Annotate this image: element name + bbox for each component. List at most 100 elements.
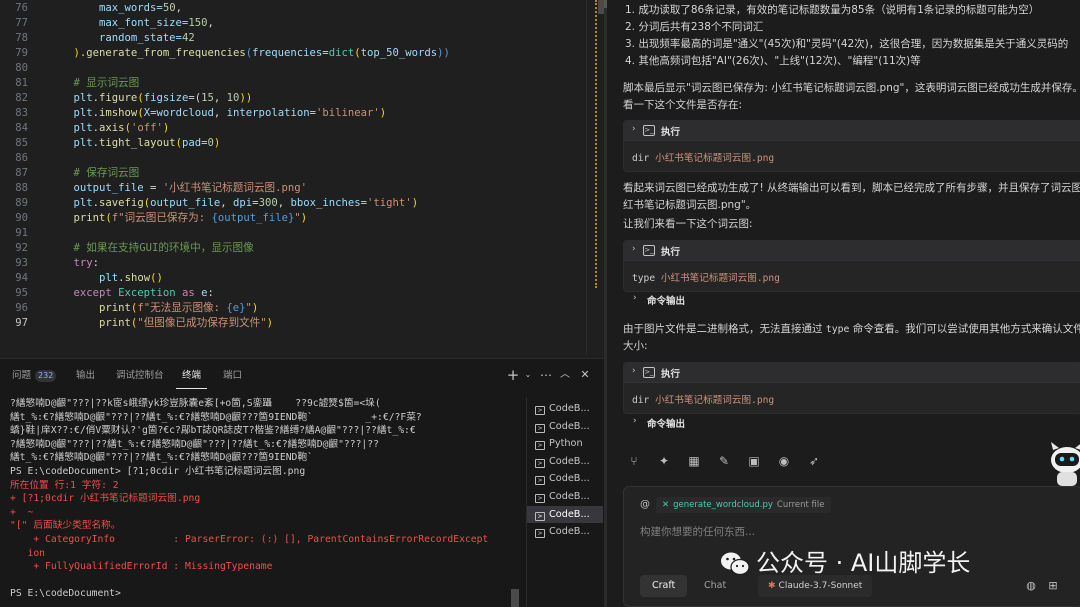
rocket-icon[interactable]: ➶ xyxy=(803,450,825,472)
terminal-instance-label: Python xyxy=(549,438,583,450)
code-line[interactable]: 79 ).generate_from_frequencies(frequenci… xyxy=(0,46,604,61)
terminal-instance[interactable]: > CodeB... xyxy=(527,418,603,435)
terminal-icon: > xyxy=(535,476,545,486)
code-line[interactable]: 90 print(f"词云图已保存为: {output_file}") xyxy=(0,211,604,226)
terminal-line: ?繕慜喃D@齦"???|??繕t_%:€?繕慜喃D@齦"???|??繕t_%:€… xyxy=(10,438,379,450)
branch-icon[interactable]: ⑂ xyxy=(623,450,645,472)
tab-output[interactable]: 输出 xyxy=(76,368,95,384)
terminal-instance[interactable]: > CodeB... xyxy=(527,505,603,523)
image-upload-icon[interactable]: ⊞ xyxy=(1044,575,1062,597)
command-name: dir xyxy=(632,395,650,406)
code-line[interactable]: 82 plt.figure(figsize=(15, 10)) xyxy=(0,91,604,106)
code-token: , xyxy=(175,2,182,14)
code-line[interactable]: 80 xyxy=(0,61,604,76)
code-line[interactable]: 94 plt.show() xyxy=(0,271,604,286)
command-output-toggle[interactable]: › 命令输出 xyxy=(623,290,1080,310)
pin-icon[interactable]: ✎ xyxy=(713,450,735,472)
execute-label: 执行 xyxy=(661,247,681,258)
tab-terminal[interactable]: 终端 xyxy=(175,368,208,389)
close-panel-icon[interactable]: ✕ xyxy=(577,367,593,383)
code-line[interactable]: 78 random_state=42 xyxy=(0,31,604,46)
code-token: generate_from_frequencies xyxy=(86,47,246,59)
code-token: # 如果在支持GUI的环境中，显示图像 xyxy=(48,242,254,254)
mention-button[interactable]: @ xyxy=(640,499,650,510)
command-output-toggle[interactable]: › 命令输出 xyxy=(623,413,1080,433)
code-line[interactable]: 83 plt.imshow(X=wordcloud, interpolation… xyxy=(0,106,604,121)
code-token: , xyxy=(277,197,291,209)
tab-problems[interactable]: 问题 232 xyxy=(12,368,57,384)
chevron-right-icon: › xyxy=(632,124,636,134)
code-line[interactable]: 77 max_font_size=150, xyxy=(0,16,604,31)
add-terminal-icon[interactable]: + xyxy=(505,367,521,383)
chat-paragraph: 脚本最后显示"词云图已保存为: 小红书笔记标题词云图.png"，这表明词云图已经… xyxy=(623,82,1080,94)
code-token: dict xyxy=(328,47,355,59)
maximize-panel-icon[interactable]: ︿ xyxy=(557,367,573,383)
command-header[interactable]: › >_ 执行 xyxy=(624,363,1080,383)
tab-ports[interactable]: 端口 xyxy=(223,368,242,384)
code-line[interactable]: 86 xyxy=(0,151,604,166)
eye-icon[interactable]: ◉ xyxy=(773,450,795,472)
ai-chat-panel: 1. 成功读取了86条记录，有效的笔记标题数量为85条（说明有1条记录的标题可能… xyxy=(607,0,1080,607)
code-line[interactable]: 92 # 如果在支持GUI的环境中，显示图像 xyxy=(0,241,604,256)
sparkle-icon[interactable]: ✦ xyxy=(653,450,675,472)
code-token: except xyxy=(48,287,119,299)
code-line[interactable]: 96 print(f"无法显示图像: {e}") xyxy=(0,301,604,316)
palette-icon[interactable]: ◍ xyxy=(1022,575,1040,597)
terminal-output[interactable]: ?繕慜喃D@齦"???|??k宧s峨缥yk珍豈脉囊e紊[+o箇,S銮躡 ??9c… xyxy=(0,397,510,607)
terminal-instance[interactable]: > Python xyxy=(527,435,603,452)
scrollbar-thumb[interactable] xyxy=(511,589,519,607)
code-line[interactable]: 85 plt.tight_layout(pad=0) xyxy=(0,136,604,151)
command-name: type xyxy=(632,273,656,284)
terminal-instance[interactable]: > CodeB... xyxy=(527,523,603,540)
code-line[interactable]: 88 output_file = '小红书笔记标题词云图.png' xyxy=(0,181,604,196)
code-token: Exception xyxy=(118,287,176,299)
code-line[interactable]: 89 plt.savefig(output_file, dpi=300, bbo… xyxy=(0,196,604,211)
more-icon[interactable]: ⋯ xyxy=(538,367,554,383)
code-token: plt xyxy=(48,122,93,134)
command-header[interactable]: › >_ 执行 xyxy=(624,241,1080,261)
chevron-down-icon[interactable]: ⌄ xyxy=(520,367,536,383)
code-line[interactable]: 81 # 显示词云图 xyxy=(0,76,604,91)
terminal-scrollbar[interactable] xyxy=(510,397,520,607)
image-icon[interactable]: ▣ xyxy=(743,450,765,472)
terminal-instance[interactable]: > CodeB... xyxy=(527,470,603,487)
mascot-icon[interactable] xyxy=(1047,440,1080,486)
code-token: {e} xyxy=(226,302,246,314)
code-line[interactable]: 97 print("但图像已成功保存到文件") xyxy=(0,316,604,331)
code-token: ) xyxy=(251,302,259,314)
code-token: tight_layout xyxy=(99,137,176,149)
terminal-line: + ~ xyxy=(10,506,34,518)
prompt-input[interactable] xyxy=(640,523,1060,541)
code-editor[interactable]: 76 max_words=50, 77 max_font_size=150, 78 … xyxy=(0,0,604,355)
tab-debug-console[interactable]: 调试控制台 xyxy=(116,368,164,384)
mode-craft-tab[interactable]: Craft xyxy=(640,575,688,597)
command-output-label: 命令输出 xyxy=(647,296,686,307)
terminal-instance-label: CodeB... xyxy=(549,403,590,414)
code-text: plt.imshow(X=wordcloud, interpolation='b… xyxy=(48,106,387,121)
terminal-line: ion xyxy=(10,547,45,559)
code-line[interactable]: 76 max_words=50, xyxy=(0,1,604,16)
terminal-instance-label: CodeB... xyxy=(549,455,590,467)
context-file-chip[interactable]: ✕ generate_wordcloud.py Current file xyxy=(656,497,831,513)
code-line[interactable]: 84 plt.axis('off') xyxy=(0,121,604,136)
panel-tabs: 问题 232 输出 调试控制台 终端 端口 + ⌄ ⋯ ︿ ✕ xyxy=(0,359,604,389)
line-number: 85 xyxy=(15,137,28,149)
grid-icon[interactable]: ▦ xyxy=(683,450,705,472)
remove-file-icon[interactable]: ✕ xyxy=(662,500,669,510)
code-line[interactable]: 87 # 保存词云图 xyxy=(0,166,604,181)
terminal-instance[interactable]: > CodeB... xyxy=(527,488,603,505)
terminal-instance[interactable]: > CodeB... xyxy=(527,453,603,470)
code-line[interactable]: 93 try: xyxy=(0,256,604,271)
line-number: 96 xyxy=(15,302,28,314)
code-text: random_state=42 xyxy=(48,31,195,46)
mode-chat-tab[interactable]: Chat xyxy=(692,575,738,597)
editor-minimap[interactable] xyxy=(586,0,604,355)
line-number: 88 xyxy=(15,182,28,194)
code-line[interactable]: 91 xyxy=(0,226,604,241)
code-line[interactable]: 95 except Exception as e: xyxy=(0,286,604,301)
claude-logo-icon: ✱ xyxy=(768,581,776,591)
code-text: # 如果在支持GUI的环境中，显示图像 xyxy=(48,241,254,256)
terminal-instance[interactable]: > CodeB... xyxy=(527,400,603,417)
terminal-icon: > xyxy=(535,406,545,415)
command-header[interactable]: › >_ 执行 xyxy=(624,121,1080,141)
